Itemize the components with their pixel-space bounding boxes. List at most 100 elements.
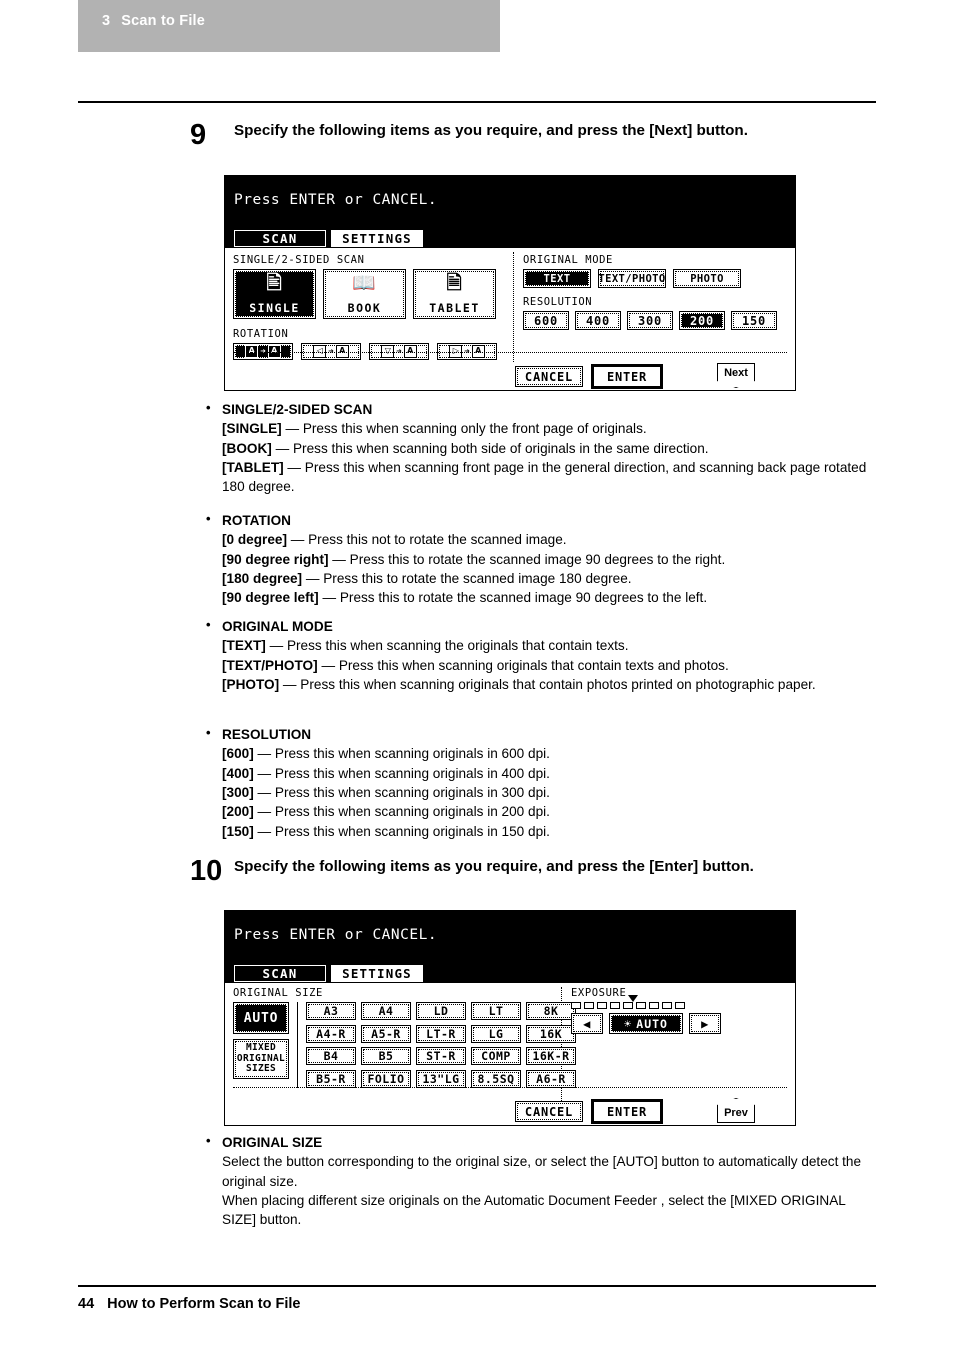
next-button[interactable]: Next [717, 363, 755, 388]
panel2-tabs[interactable]: SCAN SETTINGS [233, 964, 424, 983]
page-top-rule [78, 101, 876, 103]
size-button-b5[interactable]: B5 [361, 1047, 411, 1065]
exposure-auto-button[interactable]: ☀ AUTO [609, 1013, 683, 1034]
bullet-desc: — Press this to rotate the scanned image… [328, 551, 726, 567]
size-button-comp[interactable]: COMP [471, 1047, 521, 1065]
exposure-segment [649, 1002, 659, 1009]
prev-button[interactable]: Prev [717, 1098, 755, 1123]
tab-settings[interactable]: SETTINGS [330, 964, 424, 983]
bullet-line: [300] — Press this when scanning origina… [202, 783, 882, 802]
size-button-8k[interactable]: 8K [526, 1002, 576, 1020]
bullet-head: ROTATION [202, 510, 882, 530]
bullet-desc: — Press this when scanning both side of … [271, 440, 709, 456]
exposure-segment [597, 1002, 607, 1009]
book-button-label: BOOK [347, 301, 382, 315]
single-2sided-scan-buttons[interactable]: 🖹 SINGLE 📖 BOOK 🗎 TABLET [233, 269, 505, 319]
scan-settings-panel-2[interactable]: Press ENTER or CANCEL. SCAN SETTINGS ORI… [224, 910, 796, 1126]
original-mode-buttons[interactable]: TEXT TEXT/PHOTO PHOTO [523, 269, 785, 288]
size-button-a4[interactable]: A4 [361, 1002, 411, 1020]
panel1-actions[interactable]: CANCEL ENTER [515, 366, 661, 387]
exposure-controls[interactable]: ◀ ☀ AUTO ▶ [571, 1013, 721, 1034]
exposure-segment [571, 1002, 581, 1009]
bullet-line: [400] — Press this when scanning origina… [202, 764, 882, 783]
auto-size-button[interactable]: AUTO [233, 1002, 289, 1034]
resolution-400-button[interactable]: 400 [575, 311, 621, 330]
size-button-13lg[interactable]: 13"LG [416, 1069, 466, 1088]
bullet-term: [TABLET] [222, 460, 284, 476]
bullet-desc: — Press this when scanning front page in… [222, 460, 867, 495]
scan-settings-panel-1[interactable]: Press ENTER or CANCEL. SCAN SETTINGS SIN… [224, 175, 796, 391]
enter-button[interactable]: ENTER [593, 366, 661, 387]
panel1-tabs[interactable]: SCAN SETTINGS [233, 229, 424, 248]
single-2sided-scan-label: SINGLE/2-SIDED SCAN [233, 254, 365, 266]
bullet-line: [200] — Press this when scanning origina… [202, 802, 882, 821]
tab-scan[interactable]: SCAN [233, 229, 327, 248]
bullet-term: [TEXT] [222, 638, 266, 654]
size-button-85sq[interactable]: 8.5SQ [471, 1069, 521, 1088]
mode-text-button[interactable]: TEXT [523, 269, 591, 288]
step-9-text: Specify the following items as you requi… [234, 122, 748, 139]
enter-button[interactable]: ENTER [593, 1101, 661, 1122]
size-button-b4[interactable]: B4 [306, 1047, 356, 1065]
mixed-line-3: SIZES [245, 1063, 277, 1075]
mode-text-photo-button[interactable]: TEXT/PHOTO [598, 269, 666, 288]
auto-exposure-icon: ☀ [624, 1016, 633, 1031]
size-button-ltr[interactable]: LT-R [416, 1024, 466, 1043]
single-button[interactable]: 🖹 SINGLE [233, 269, 316, 319]
book-button[interactable]: 📖 BOOK [323, 269, 406, 319]
exposure-segment [636, 1002, 646, 1009]
bullet-desc: — Press this when scanning originals tha… [317, 657, 729, 673]
exposure-increase-button[interactable]: ▶ [689, 1013, 721, 1034]
bullet-line: [TABLET] — Press this when scanning fron… [202, 458, 882, 497]
step-10-number: 10 [190, 855, 223, 887]
bullet-term: [TEXT/PHOTO] [222, 657, 318, 673]
tab-scan[interactable]: SCAN [233, 964, 327, 983]
mixed-original-sizes-button[interactable]: MIXED ORIGINAL SIZES [233, 1039, 289, 1079]
size-button-lg[interactable]: LG [471, 1024, 521, 1043]
size-button-b5r[interactable]: B5-R [306, 1069, 356, 1088]
tab-settings[interactable]: SETTINGS [330, 229, 424, 248]
resolution-600-button[interactable]: 600 [523, 311, 569, 330]
tablet-button[interactable]: 🗎 TABLET [413, 269, 496, 319]
chapter-title: Scan to File [121, 13, 206, 29]
panel2-actions[interactable]: CANCEL ENTER [515, 1101, 661, 1122]
exposure-scale[interactable] [571, 1002, 721, 1009]
size-button-16kr[interactable]: 16K-R [526, 1047, 576, 1065]
cancel-button[interactable]: CANCEL [515, 1101, 583, 1122]
bullet-desc: — Press this to rotate the scanned image… [302, 571, 632, 587]
bullet-line: [SINGLE] — Press this when scanning only… [202, 419, 882, 438]
bullet-line: [90 degree right] — Press this to rotate… [202, 550, 882, 569]
size-button-folio[interactable]: FOLIO [361, 1069, 411, 1088]
chapter-header-label: 3 Scan to File [102, 13, 205, 29]
chapter-header-bar: 3 Scan to File [78, 0, 500, 52]
bullet-line: [150] — Press this when scanning origina… [202, 822, 882, 841]
size-button-ld[interactable]: LD [416, 1002, 466, 1020]
rotation-label: ROTATION [233, 328, 289, 340]
bullet-head: ORIGINAL MODE [202, 616, 882, 636]
resolution-150-button[interactable]: 150 [731, 311, 777, 330]
exposure-label: EXPOSURE [571, 987, 627, 999]
exposure-decrease-button[interactable]: ◀ [571, 1013, 603, 1034]
resolution-200-button[interactable]: 200 [679, 311, 725, 330]
size-button-str[interactable]: ST-R [416, 1047, 466, 1065]
mode-photo-button[interactable]: PHOTO [673, 269, 741, 288]
size-button-a4r[interactable]: A4-R [306, 1024, 356, 1043]
panel1-column-divider [513, 252, 514, 362]
resolution-buttons[interactable]: 600 400 300 200 150 [523, 311, 785, 330]
tablet-pages-icon: 🗎 [446, 272, 463, 294]
bullet-line: [BOOK] — Press this when scanning both s… [202, 439, 882, 458]
bullet-term: [400] [222, 765, 254, 781]
size-button-a3[interactable]: A3 [306, 1002, 356, 1020]
bullet-line: [TEXT] — Press this when scanning the or… [202, 636, 882, 655]
exposure-marker-icon [628, 995, 638, 1002]
size-button-16k[interactable]: 16K [526, 1024, 576, 1043]
bullet-head: RESOLUTION [202, 724, 882, 744]
size-button-a5r[interactable]: A5-R [361, 1024, 411, 1043]
original-size-auto-column[interactable]: AUTO MIXED ORIGINAL SIZES [233, 1002, 289, 1088]
size-button-lt[interactable]: LT [471, 1002, 521, 1020]
cancel-button[interactable]: CANCEL [515, 366, 583, 387]
resolution-300-button[interactable]: 300 [627, 311, 673, 330]
original-size-grid[interactable]: A3 A4 LD LT 8K A4-R A5-R LT-R LG 16K B4 … [306, 1002, 576, 1088]
size-button-a6r[interactable]: A6-R [526, 1069, 576, 1088]
bullet-term: [180 degree] [222, 571, 303, 587]
